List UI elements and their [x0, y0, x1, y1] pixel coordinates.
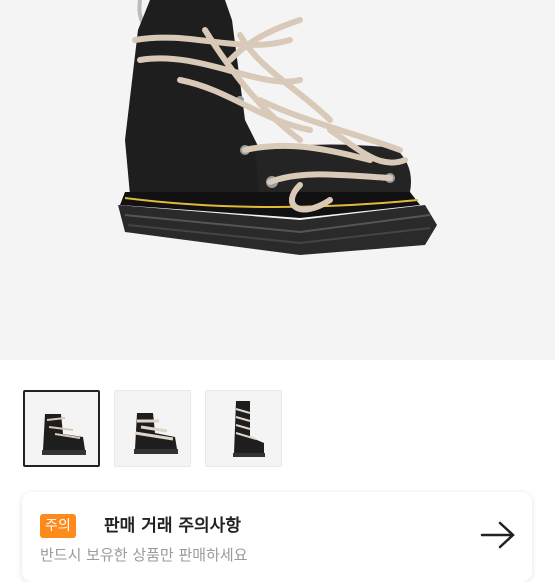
boot-thumbnail-icon [42, 414, 86, 455]
thumbnail-strip [0, 360, 555, 490]
tall-boot-thumbnail-icon [233, 401, 265, 457]
product-main-image[interactable] [0, 0, 555, 360]
sale-notice-card[interactable]: 주의 판매 거래 주의사항 반드시 보유한 상품만 판매하세요 [22, 492, 532, 582]
notice-title: 판매 거래 주의사항 [104, 516, 241, 536]
thumbnail-2[interactable] [114, 390, 191, 467]
thumbnail-1[interactable] [23, 390, 100, 467]
boot-side-thumbnail-icon [134, 413, 178, 454]
thumbnail-3[interactable] [205, 390, 282, 467]
boot-image [118, 0, 437, 255]
arrow-right-icon[interactable] [478, 520, 518, 550]
caution-badge: 주의 [40, 514, 76, 538]
